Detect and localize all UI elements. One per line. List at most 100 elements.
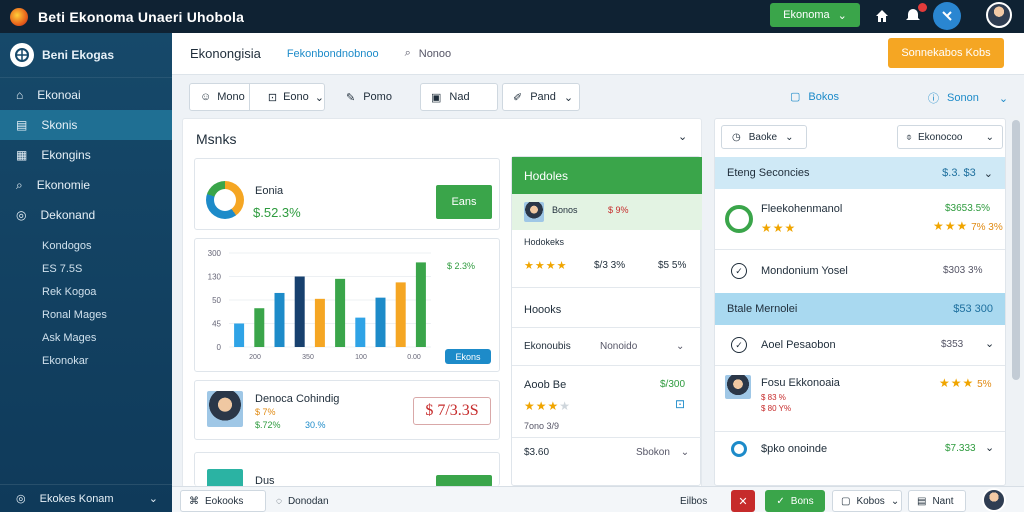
bottom-bons-button[interactable]: ✓ Bons [765,490,825,512]
settings-icon: ◎ [16,493,26,505]
bottom-kobos-button[interactable]: ▢ Kobos ⌄ [832,490,902,512]
toolbar-button-label: Pand [530,91,556,103]
user-avatar[interactable] [986,2,1012,28]
box-icon: ▢ [841,495,851,507]
chevron-down-icon: ⌄ [837,9,847,22]
chat-icon: ◌ [276,495,282,507]
rating-stars-icon: ★★★★ [524,260,568,272]
toolbar-mono-button[interactable]: ☺ Mono [190,84,250,110]
dropdown-label: Ekonoubis [524,341,571,352]
chevron-down-icon: ⌄ [680,447,690,458]
sidebar-brand[interactable]: Beni Ekogas [0,33,172,78]
sidebar-subitem[interactable]: Ronal Mages [0,303,172,326]
sidebar-item-label: Ekonomie [36,178,91,192]
middle-dropdown[interactable]: Nonoido ⌄ [600,341,684,352]
right-row-3[interactable]: ✓ Aoel Pesaobon $353 ⌄ [715,329,1005,365]
divider [512,287,702,288]
check-icon: ✓ [776,495,785,507]
sidebar-footer[interactable]: ◎ Ekokes Konam ⌄ [0,484,172,512]
header-orange-button[interactable]: Sonnekabos Kobs [888,38,1004,68]
search-icon: ⌕ [404,47,411,59]
bar [355,317,366,347]
chevron-down-icon[interactable]: ⌄ [678,130,687,143]
user-avatar[interactable] [982,488,1006,512]
chevron-down-icon: ⌄ [985,338,995,350]
sidebar-item-ekonoai[interactable]: ⌂ Ekonoai [0,80,172,110]
close-icon[interactable]: ✕ [731,490,755,512]
header-search[interactable]: ⌕ Nonoo [405,47,452,60]
sidebar-item-ekonomie[interactable]: ⌕ Ekonomie [0,170,172,200]
sidebar: Beni Ekogas ⌂ Ekonoai ▤ Skonis ▦ Ekongin… [0,33,172,512]
bottom-eokooks-button[interactable]: ⌘ Eokooks [180,490,266,512]
row-name: Aoel Pesaobon [761,339,836,351]
right-row-4[interactable]: Fosu Ekkonoaia $ 83 % $ 80 Y% ★★★ 5% [715,367,1005,431]
help-icon [942,11,952,21]
middle-row-1[interactable]: Bonos $ 9% [512,194,702,230]
summary-card: Eonia $.52.3% Eans [194,158,500,230]
calendar-icon: ▣ [431,91,442,104]
right-row-5[interactable]: $pko onoinde $7.333 ⌄ [715,433,1005,469]
toolbar-nad-button[interactable]: ▣ Nad [420,83,498,111]
pencil-icon: ✎ [346,91,356,104]
toolbar-bokos-link[interactable]: ▢ Bokos [790,90,839,104]
status-ring-icon [731,441,747,457]
row-name: Mondonium Yosel [761,265,848,277]
toolbar-eono-button[interactable]: ⊡ Eono ⌄ [258,91,324,104]
settings-icon: ◎ [16,208,27,222]
page-title: Ekonongisia [190,46,261,61]
notification-badge-icon [918,3,927,12]
dropdown-value: Ekonocoo [918,131,963,143]
sidebar-subitem[interactable]: Rek Kogoa [0,280,172,303]
scrollbar-thumb[interactable] [1012,120,1020,380]
home-icon[interactable] [872,6,892,26]
divider [512,365,702,366]
right-row-2[interactable]: ✓ Mondonium Yosel $303 3% [715,251,1005,291]
header-value: $.3. $3 [942,167,976,179]
sidebar-subitem[interactable]: ES 7.5S [0,257,172,280]
item-value: $/300 [660,379,686,390]
toolbar-link-label: Sonon [947,92,979,104]
sidebar-item-ekongins[interactable]: ▦ Ekongins [0,140,172,170]
sidebar-item-label: Dekonand [40,208,96,222]
sidebar-item-dekonand[interactable]: ◎ Dekonand [0,200,172,230]
help-button[interactable] [933,2,961,30]
sidebar-subitem[interactable]: Ask Mages [0,326,172,349]
header-link[interactable]: Fekonbondnobnoo [287,48,379,60]
chevron-down-icon: ⌄ [983,167,993,180]
page-header: Ekonongisia Fekonbondnobnoo ⌕ Nonoo Sonn… [172,33,1024,75]
sidebar-subitem[interactable]: Ekonokar [0,349,172,372]
item-name: Aoob Be [524,379,567,391]
topbar-ekonoma-button[interactable]: Ekonoma ⌄ [770,3,860,27]
toolbar-link-label: Bokos [808,90,839,103]
sidebar-item-skonis[interactable]: ▤ Skonis [0,110,172,140]
bottom-nant-button[interactable]: ▤ Nant [908,490,966,512]
button-label: Bons [790,495,814,507]
sidebar-subitem[interactable]: Kondogos [0,234,172,257]
external-link-icon[interactable]: ⊡ [675,397,685,411]
toolbar-pomo-button[interactable]: ✎ Pomo [336,83,416,111]
middle-bottom-dropdown[interactable]: Sbokon ⌄ [636,447,689,458]
rating-stars-icon: ★★★ [761,221,797,235]
toolbar-sonon-link[interactable]: ⓘ Sonon ⌄ [928,90,1008,106]
sidebar-item-label: Ekonoai [37,88,81,102]
divider [512,327,702,328]
right-dropdown-1[interactable]: ◷ Baoke ⌄ [721,125,807,149]
middle-section-title: Hoooks [524,304,562,316]
bottom-donodan-button[interactable]: ◌ Donodan [268,490,358,512]
home-icon: ⌂ [16,88,24,102]
sidebar-brand-label: Beni Ekogas [42,48,115,62]
summary-button[interactable]: Eans [436,185,492,219]
book-icon: ▤ [16,118,28,132]
bar [294,276,305,347]
edit-icon: ✐ [513,91,523,104]
right-row-1[interactable]: Fleekohenmanol ★★★ $3653.5% ★★★ 7% 3% [715,189,1005,249]
search-label: Nonoo [418,47,452,60]
toolbar-pand-button[interactable]: ✐ Pand ⌄ [502,83,580,111]
bottom-eilbos-button[interactable]: Eilbos [672,490,728,512]
right-dropdown-2[interactable]: ⌽ Ekonocoo ⌄ [897,125,1003,149]
chart-button[interactable]: Ekons [445,349,491,364]
x-tick-label: 100 [355,354,367,361]
bar [234,323,245,347]
app-logo-icon [10,7,28,26]
header-label: Eteng Seconcies [727,167,810,179]
